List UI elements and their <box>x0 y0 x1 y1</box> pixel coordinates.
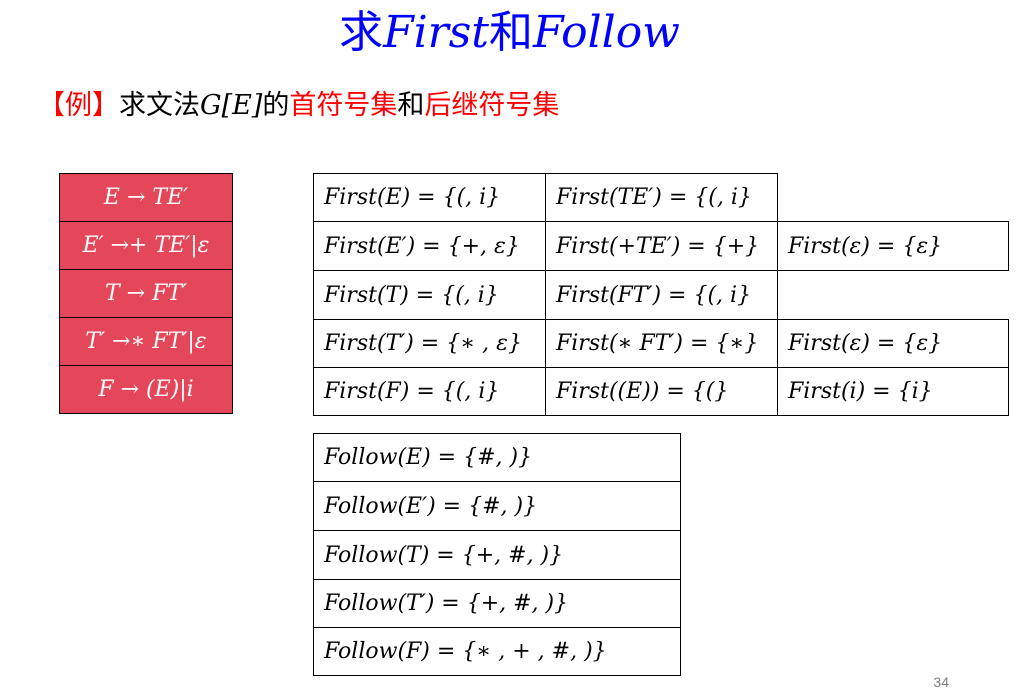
example-heading: 【例】求文法G[E]的首符号集和后继符号集 <box>38 88 559 124</box>
follow-set-cell: Follow(F) = {∗ , + , #, )} <box>313 627 681 676</box>
subtitle-text3: 和 <box>397 90 425 121</box>
first-set-cell: First((E)) = {(} <box>545 367 778 416</box>
first-set-cell: First(ε) = {ε} <box>777 319 1009 368</box>
title-part1: 求 <box>339 7 384 58</box>
follow-set-cell: Follow(E′) = {#, )} <box>313 481 681 531</box>
grammar-symbol: G[E] <box>200 90 263 121</box>
first-set-cell: First(T) = {(, i} <box>313 270 546 320</box>
example-bracket: 【例】 <box>38 90 119 121</box>
subtitle-text1: 求文法 <box>119 90 200 121</box>
first-set-cell: First(i) = {i} <box>777 367 1009 416</box>
subtitle-text2: 的 <box>262 90 290 121</box>
grammar-rule: T → FT′ <box>60 270 232 318</box>
first-set-cell: First(∗ FT′) = {∗} <box>545 319 778 368</box>
grammar-rules-table: E → TE′ E′ →+ TE′|ε T → FT′ T′ →∗ FT′|ε … <box>59 173 233 414</box>
follow-set-cell: Follow(T) = {+, #, )} <box>313 530 681 580</box>
grammar-rule: E′ →+ TE′|ε <box>60 222 232 270</box>
first-set-cell: First(FT′) = {(, i} <box>545 270 778 320</box>
first-set-cell: First(T′) = {∗ , ε} <box>313 319 546 368</box>
first-set-cell: First(E′) = {+, ε} <box>313 221 546 271</box>
title-part3: 和 <box>488 7 533 58</box>
follow-set-cell: Follow(E) = {#, )} <box>313 433 681 482</box>
follow-set-cell: Follow(T′) = {+, #, )} <box>313 579 681 628</box>
follow-set-term: 后继符号集 <box>424 90 560 121</box>
page-title: 求First和Follow <box>0 8 1019 58</box>
first-set-cell: First(+TE′) = {+} <box>545 221 778 271</box>
grammar-rule: T′ →∗ FT′|ε <box>60 318 232 366</box>
first-set-cell: First(E) = {(, i} <box>313 173 546 222</box>
page-number: 34 <box>933 674 949 690</box>
first-set-term: 首符号集 <box>289 90 398 121</box>
grammar-rule: F → (E)|i <box>60 366 232 414</box>
first-set-cell: First(F) = {(, i} <box>313 367 546 416</box>
title-part4: Follow <box>532 7 680 58</box>
first-set-cell: First(ε) = {ε} <box>777 221 1009 271</box>
title-part2: First <box>383 7 489 58</box>
grammar-rule: E → TE′ <box>60 174 232 222</box>
first-set-cell: First(TE′) = {(, i} <box>545 173 778 222</box>
